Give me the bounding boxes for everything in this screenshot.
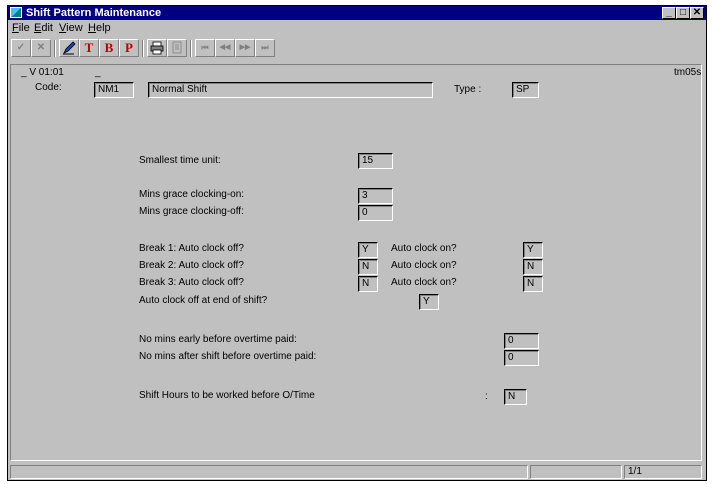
previous-record-button[interactable]: ◀◀ xyxy=(215,39,235,57)
end-shift-label: Auto clock off at end of shift? xyxy=(139,295,268,306)
last-record-button[interactable]: ⏭ xyxy=(255,39,275,57)
break1-on-field[interactable]: Y xyxy=(523,242,543,258)
after-shift-overtime-field[interactable]: 0 xyxy=(504,350,539,366)
toolbar: ✓ ✕ T B P ⏮ ◀◀ ▶▶ ⏭ xyxy=(8,37,706,59)
break3-off-label: Break 3: Auto clock off? xyxy=(139,277,244,288)
grace-on-label: Mins grace clocking-on: xyxy=(139,189,245,200)
toolbar-separator xyxy=(54,40,56,57)
p-button[interactable]: P xyxy=(119,39,139,57)
smallest-time-unit-label: Smallest time unit: xyxy=(139,155,221,166)
type-field[interactable]: SP xyxy=(512,82,539,98)
print-preview-icon xyxy=(172,41,182,54)
after-shift-overtime-label: No mins after shift before overtime paid… xyxy=(139,351,317,362)
dash-label: _ xyxy=(95,67,101,78)
shift-hours-label: Shift Hours to be worked before O/Time xyxy=(139,390,315,401)
early-overtime-field[interactable]: 0 xyxy=(504,333,539,349)
grace-off-field[interactable]: 0 xyxy=(358,205,393,221)
ok-button[interactable]: ✓ xyxy=(11,39,31,57)
maximize-button[interactable]: □ xyxy=(676,7,690,19)
form-area: _ V 01:01 _ tm05s Code: NM1 Normal Shift… xyxy=(10,64,702,461)
print-button[interactable] xyxy=(147,39,167,57)
printer-icon xyxy=(150,41,164,55)
break2-on-label: Auto clock on? xyxy=(391,260,457,271)
b-button[interactable]: B xyxy=(99,39,119,57)
grace-on-field[interactable]: 3 xyxy=(358,188,393,204)
t-button[interactable]: T xyxy=(79,39,99,57)
menu-bar: File Edit View Help xyxy=(8,21,706,35)
menu-view[interactable]: View xyxy=(59,21,83,35)
early-overtime-label: No mins early before overtime paid: xyxy=(139,334,297,345)
cancel-button[interactable]: ✕ xyxy=(31,39,51,57)
window-controls: _ □ ✕ xyxy=(662,7,704,19)
app-icon xyxy=(10,7,22,18)
minimize-button[interactable]: _ xyxy=(662,7,676,19)
break3-on-label: Auto clock on? xyxy=(391,277,457,288)
shift-hours-colon: : xyxy=(485,391,488,402)
type-label: Type : xyxy=(454,84,482,95)
break1-off-label: Break 1: Auto clock off? xyxy=(139,243,244,254)
status-bar: 1/1 xyxy=(10,465,702,479)
break2-off-label: Break 2: Auto clock off? xyxy=(139,260,244,271)
break1-on-label: Auto clock on? xyxy=(391,243,457,254)
status-panel-2 xyxy=(530,465,622,479)
description-field[interactable]: Normal Shift xyxy=(148,82,433,98)
pen-icon xyxy=(63,41,76,55)
break2-on-field[interactable]: N xyxy=(523,259,543,275)
shift-hours-field[interactable]: N xyxy=(504,389,527,405)
break2-off-field[interactable]: N xyxy=(358,259,378,275)
status-panel-main xyxy=(10,465,528,479)
menu-help[interactable]: Help xyxy=(88,21,111,35)
grace-off-label: Mins grace clocking-off: xyxy=(139,206,244,217)
toolbar-separator xyxy=(142,40,144,57)
status-page: 1/1 xyxy=(624,465,702,479)
next-record-button[interactable]: ▶▶ xyxy=(235,39,255,57)
first-record-button[interactable]: ⏮ xyxy=(195,39,215,57)
code-label: Code: xyxy=(35,82,62,93)
break1-off-field[interactable]: Y xyxy=(358,242,378,258)
window-title: Shift Pattern Maintenance xyxy=(26,7,162,19)
smallest-time-unit-field[interactable]: 15 xyxy=(358,153,393,169)
version-label: _ V 01:01 xyxy=(21,67,64,78)
menu-file[interactable]: File xyxy=(12,21,30,35)
close-button[interactable]: ✕ xyxy=(690,7,704,19)
menu-edit[interactable]: Edit xyxy=(34,21,53,35)
screen-id-label: tm05s xyxy=(674,67,702,78)
code-field[interactable]: NM1 xyxy=(94,82,134,98)
preview-button[interactable] xyxy=(167,39,187,57)
break3-on-field[interactable]: N xyxy=(523,276,543,292)
edit-pen-button[interactable] xyxy=(59,39,79,57)
title-bar: Shift Pattern Maintenance _ □ ✕ xyxy=(8,6,706,20)
toolbar-separator xyxy=(190,40,192,57)
end-shift-field[interactable]: Y xyxy=(419,294,439,310)
break3-off-field[interactable]: N xyxy=(358,276,378,292)
main-window: Shift Pattern Maintenance _ □ ✕ File Edi… xyxy=(7,5,707,481)
